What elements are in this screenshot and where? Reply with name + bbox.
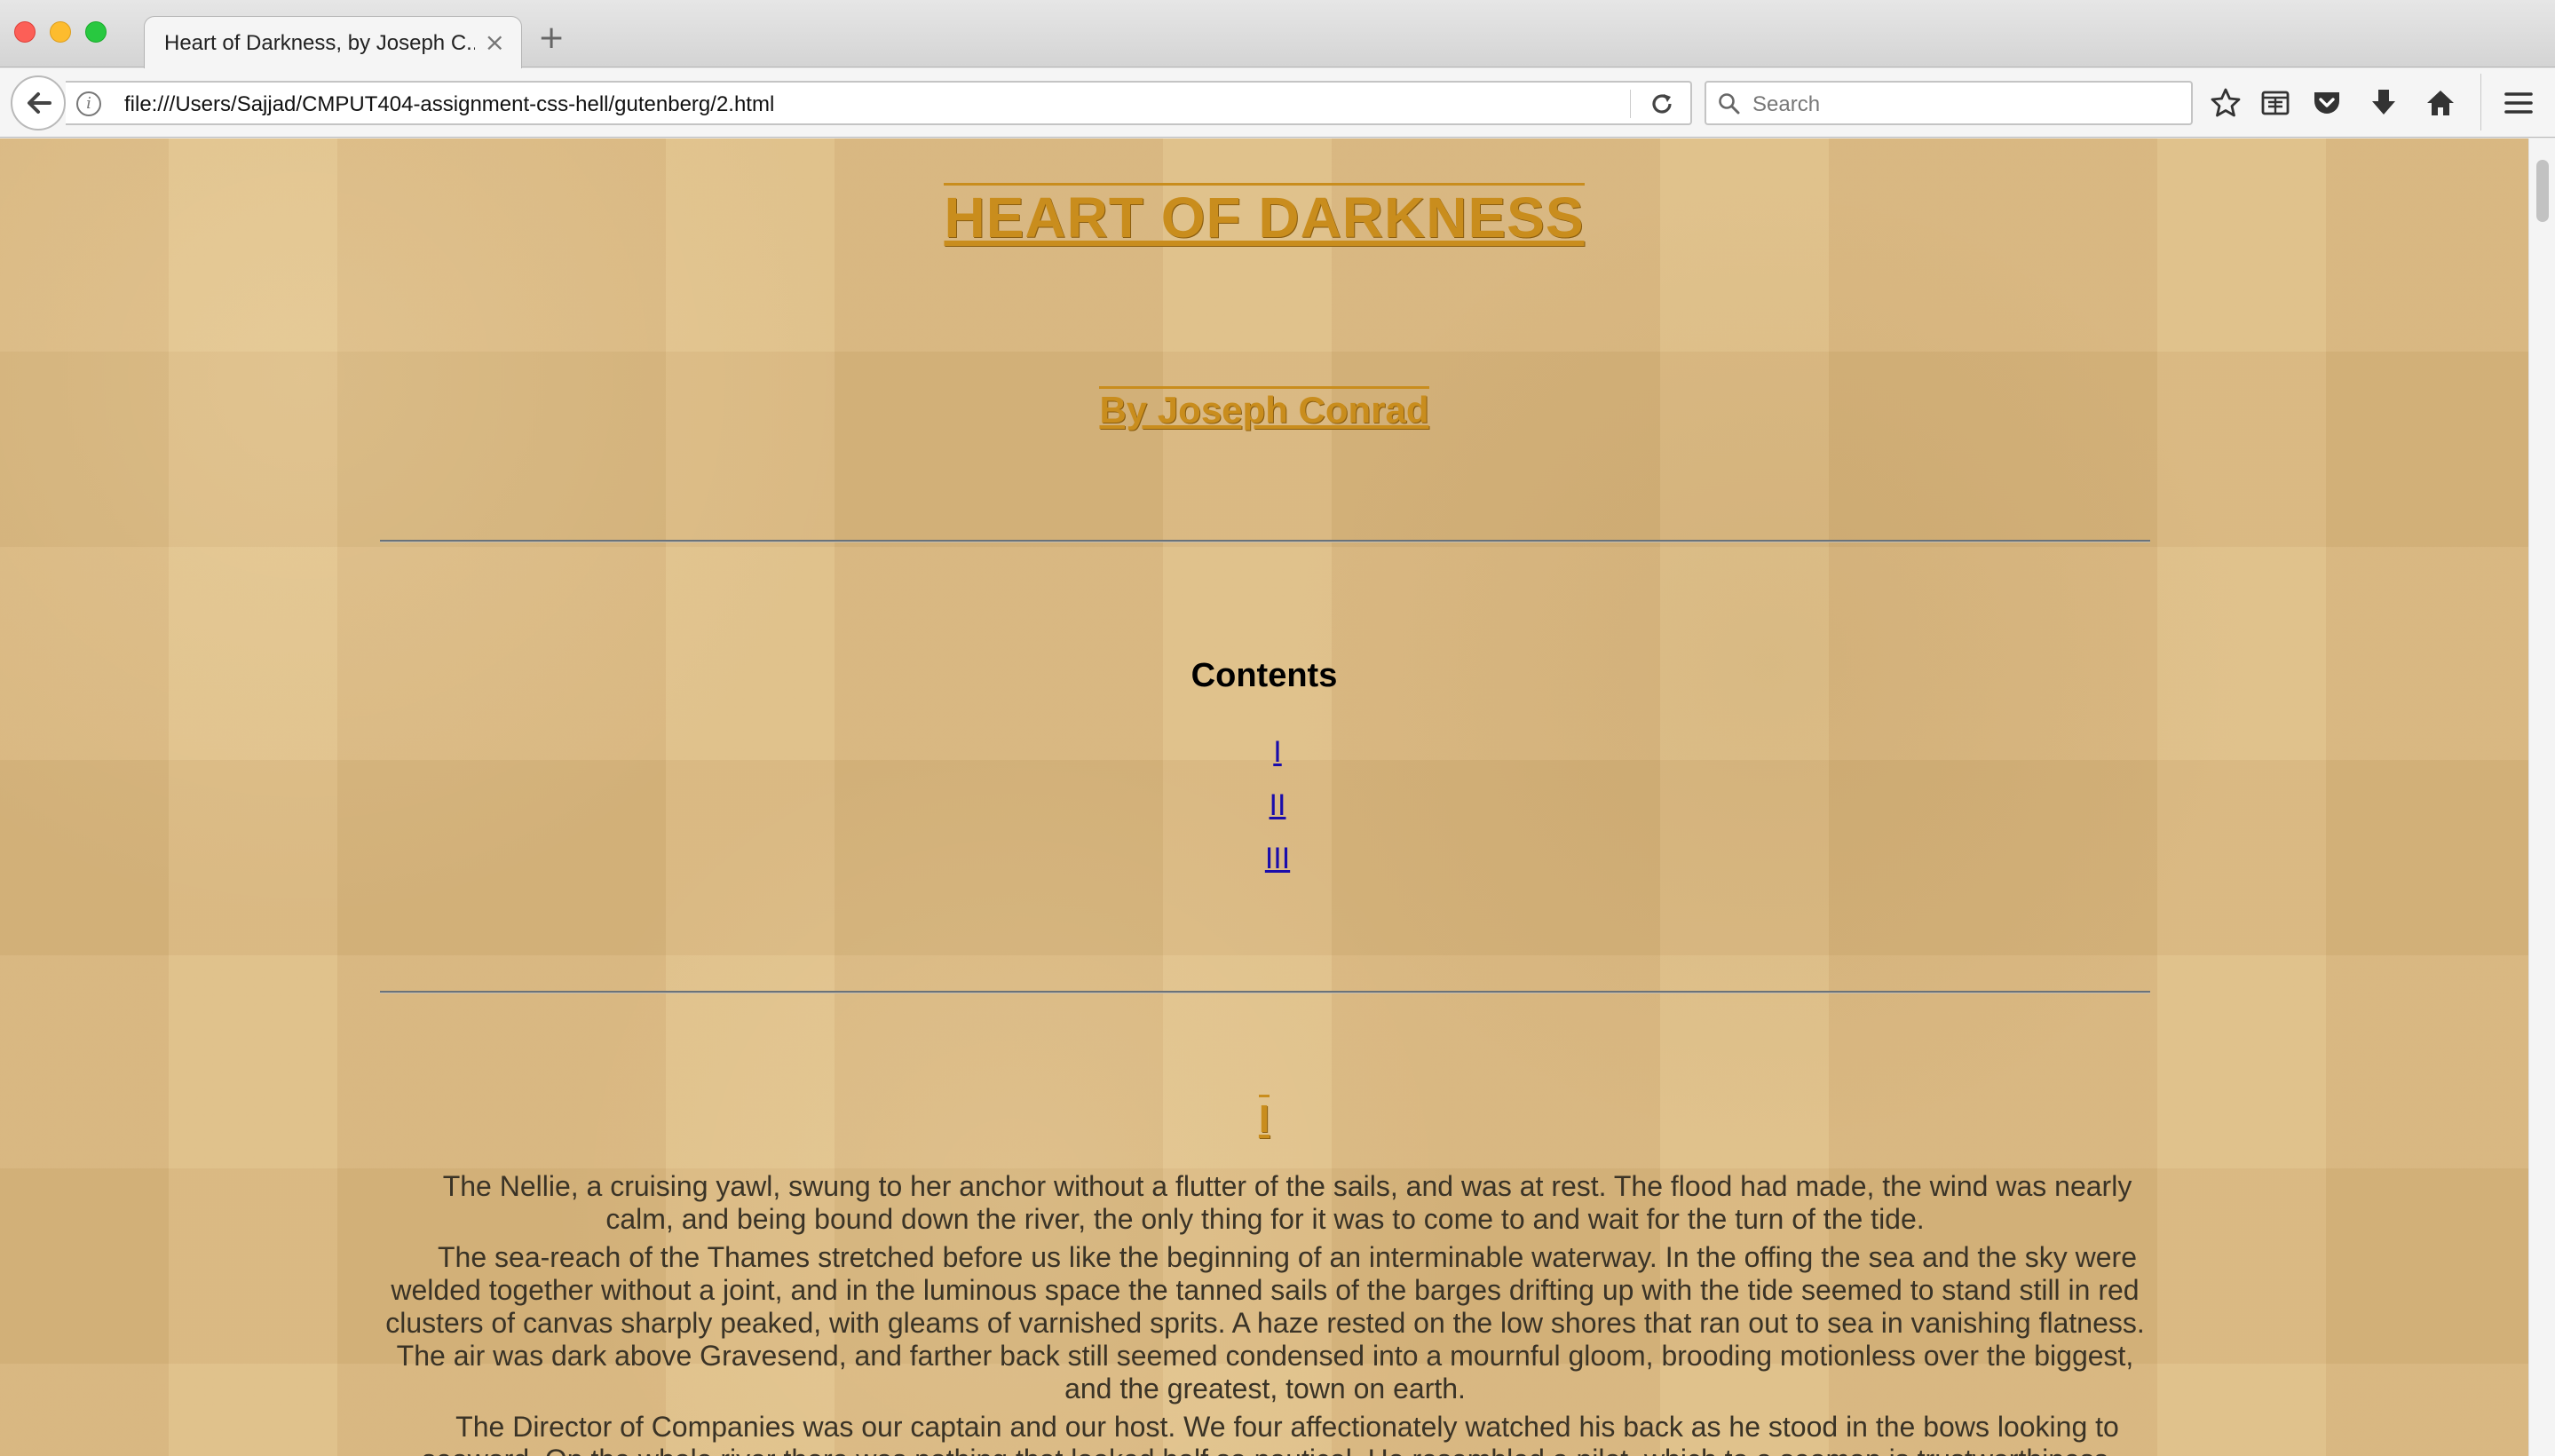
toc-link-chapter-2[interactable]: II	[0, 788, 2528, 823]
author-heading: By Joseph Conrad	[0, 386, 2528, 431]
close-window-button[interactable]	[14, 21, 36, 43]
page-title: HEART OF DARKNESS	[0, 183, 2528, 250]
paragraph: The Nellie, a cruising yawl, swung to he…	[442, 1170, 2132, 1235]
paragraph: The Director of Companies was our captai…	[422, 1411, 2119, 1456]
back-arrow-icon	[28, 92, 51, 114]
url-text[interactable]: file:///Users/Sajjad/CMPUT404-assignment…	[124, 92, 774, 117]
pocket-icon[interactable]	[2310, 86, 2344, 120]
toolbar-separator	[2480, 74, 2481, 131]
scrollbar-thumb[interactable]	[2536, 160, 2549, 222]
vertical-scrollbar[interactable]	[2528, 138, 2555, 1456]
toc-link-chapter-1[interactable]: I	[0, 735, 2528, 770]
info-icon[interactable]: i	[76, 91, 101, 116]
browser-toolbar: i file:///Users/Sajjad/CMPUT404-assignme…	[0, 68, 2555, 138]
page-title-link[interactable]: HEART OF DARKNESS	[944, 183, 1585, 249]
download-icon[interactable]	[2367, 86, 2401, 120]
toc-link-chapter-3[interactable]: III	[0, 842, 2528, 876]
contents-heading: Contents	[1190, 657, 1338, 694]
author-link[interactable]: By Joseph Conrad	[1099, 386, 1429, 431]
page-viewport[interactable]: HEART OF DARKNESS By Joseph Conrad Conte…	[0, 138, 2528, 1456]
address-bar[interactable]: i file:///Users/Sajjad/CMPUT404-assignme…	[66, 81, 1692, 125]
minimize-window-button[interactable]	[50, 21, 71, 43]
tab-title: Heart of Darkness, by Joseph C...	[164, 31, 475, 55]
reader-view-icon[interactable]	[2258, 86, 2292, 120]
horizontal-rule	[380, 991, 2150, 993]
chapter-body: The Nellie, a cruising yawl, swung to he…	[380, 1170, 2150, 1456]
horizontal-rule	[380, 540, 2150, 542]
url-separator	[1630, 90, 1631, 118]
chapter-heading: I	[0, 1095, 2528, 1142]
new-tab-button[interactable]: +	[538, 20, 565, 56]
browser-titlebar: Heart of Darkness, by Joseph C... × +	[0, 0, 2555, 69]
home-icon[interactable]	[2424, 86, 2457, 120]
search-input[interactable]: Search	[1752, 92, 1820, 117]
tab-close-icon[interactable]: ×	[485, 28, 505, 57]
back-button[interactable]	[11, 75, 66, 131]
reload-icon[interactable]	[1648, 90, 1676, 118]
paragraph: The sea-reach of the Thames stretched be…	[385, 1241, 2145, 1405]
search-icon	[1719, 93, 1740, 115]
chapter-heading-link[interactable]: I	[1258, 1095, 1270, 1141]
hamburger-menu-icon[interactable]	[2502, 86, 2535, 120]
bookmark-star-icon[interactable]	[2209, 86, 2243, 120]
browser-tab[interactable]: Heart of Darkness, by Joseph C... ×	[144, 16, 522, 69]
search-bar[interactable]: Search	[1705, 81, 2193, 125]
maximize-window-button[interactable]	[85, 21, 107, 43]
